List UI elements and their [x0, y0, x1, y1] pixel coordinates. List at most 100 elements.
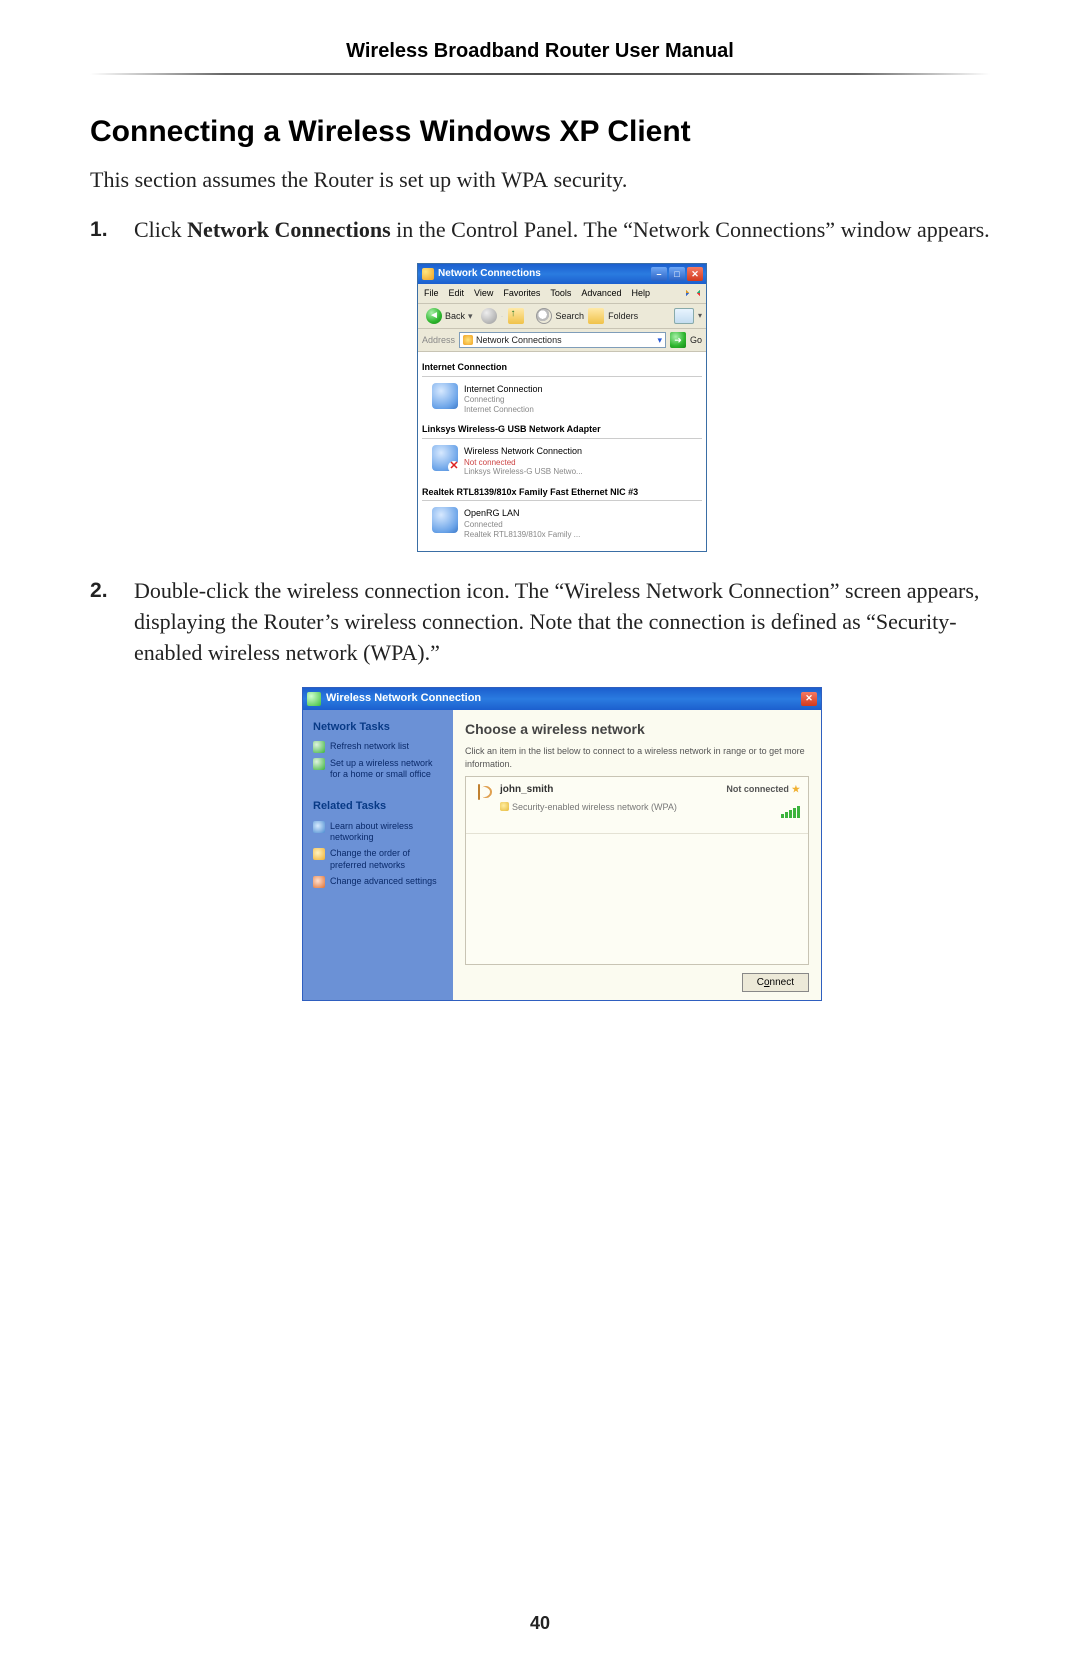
- refresh-icon: [313, 741, 325, 753]
- back-button[interactable]: ◄ Back ▾: [422, 307, 477, 325]
- nc-item-internet-connection[interactable]: Internet Connection Connecting Internet …: [422, 377, 702, 419]
- choose-network-heading: Choose a wireless network: [465, 720, 809, 740]
- nc-title-text: Network Connections: [438, 267, 541, 281]
- address-field[interactable]: Network Connections ▾: [459, 332, 666, 348]
- network-status-text: Not connected: [726, 784, 789, 794]
- task-change-order[interactable]: Change the order of preferred networks: [313, 848, 443, 871]
- network-status: Not connected★: [726, 783, 800, 796]
- connect-button[interactable]: Connect: [742, 973, 809, 992]
- back-dropdown-icon: ▾: [468, 310, 473, 323]
- up-folder-button[interactable]: [508, 308, 524, 324]
- nc-item-wireless-connection[interactable]: Wireless Network Connection Not connecte…: [422, 439, 702, 481]
- network-name: john_smith: [500, 783, 718, 797]
- search-icon: [536, 308, 552, 324]
- nc-item-sub1-1: Not connected: [464, 458, 583, 468]
- step-2: Double-click the wireless connection ico…: [90, 576, 990, 1000]
- nc-menubar: File Edit View Favorites Tools Advanced …: [418, 284, 706, 304]
- folders-icon: [588, 308, 604, 324]
- task-learn-label: Learn about wireless networking: [330, 821, 443, 844]
- page-header-title: Wireless Broadband Router User Manual: [90, 40, 990, 63]
- nc-group-header-1: Linksys Wireless-G USB Network Adapter: [422, 420, 702, 439]
- address-label: Address: [422, 334, 455, 347]
- info-icon: [313, 821, 325, 833]
- menu-advanced[interactable]: Advanced: [581, 287, 621, 300]
- network-connections-icon: [422, 268, 434, 280]
- views-button[interactable]: [674, 308, 694, 324]
- views-dropdown-icon: ▾: [698, 310, 702, 321]
- task-refresh-label: Refresh network list: [330, 741, 409, 752]
- connect-pre: C: [757, 977, 764, 988]
- nc-item-title-2: OpenRG LAN: [464, 507, 580, 520]
- nc-content: Internet Connection Internet Connection …: [418, 352, 706, 551]
- network-connections-window: Network Connections – □ ✕ File Edit View…: [417, 263, 707, 552]
- wnc-titlebar[interactable]: Wireless Network Connection ✕: [303, 688, 821, 710]
- folders-button[interactable]: Folders: [608, 310, 638, 323]
- choose-network-hint: Click an item in the list below to conne…: [465, 745, 809, 770]
- address-field-value: Network Connections: [476, 334, 562, 347]
- internet-connection-icon: [432, 383, 458, 409]
- task-learn-wireless[interactable]: Learn about wireless networking: [313, 821, 443, 844]
- network-item-john-smith[interactable]: john_smith Security-enabled wireless net…: [466, 777, 808, 833]
- wireless-network-list: john_smith Security-enabled wireless net…: [465, 776, 809, 964]
- wnc-close-button[interactable]: ✕: [801, 692, 817, 706]
- lock-icon: [500, 802, 509, 811]
- gear-icon: [313, 876, 325, 888]
- nc-group-header-2: Realtek RTL8139/810x Family Fast Etherne…: [422, 483, 702, 502]
- nc-item-title-1: Wireless Network Connection: [464, 445, 583, 458]
- windows-flag-icon: [686, 287, 700, 299]
- setup-network-icon: [313, 758, 325, 770]
- go-button-icon[interactable]: ➜: [670, 332, 686, 348]
- step-1: Click Network Connections in the Control…: [90, 215, 990, 553]
- close-button[interactable]: ✕: [687, 267, 703, 281]
- menu-file[interactable]: File: [424, 287, 439, 300]
- menu-edit[interactable]: Edit: [449, 287, 465, 300]
- maximize-button[interactable]: □: [669, 267, 685, 281]
- nc-group-header-0: Internet Connection: [422, 358, 702, 377]
- nc-item-sub2-2: Realtek RTL8139/810x Family ...: [464, 530, 580, 540]
- minimize-button[interactable]: –: [651, 267, 667, 281]
- nc-item-sub1-0: Connecting: [464, 395, 543, 405]
- address-field-icon: [463, 335, 473, 345]
- menu-favorites[interactable]: Favorites: [503, 287, 540, 300]
- network-security-label: Security-enabled wireless network (WPA): [500, 801, 718, 814]
- menu-help[interactable]: Help: [631, 287, 650, 300]
- nc-item-title-0: Internet Connection: [464, 383, 543, 396]
- step2-pre: Double-click the wireless connection ico…: [134, 578, 979, 665]
- forward-button[interactable]: [481, 308, 497, 324]
- connect-post: nnect: [770, 977, 794, 988]
- step1-pre: Click: [134, 217, 187, 242]
- sidebar-heading-related-tasks: Related Tasks: [313, 799, 443, 814]
- nc-titlebar[interactable]: Network Connections – □ ✕: [418, 264, 706, 284]
- search-button[interactable]: Search: [556, 310, 585, 323]
- menu-tools[interactable]: Tools: [550, 287, 571, 300]
- back-arrow-icon: ◄: [426, 308, 442, 324]
- task-advanced-settings[interactable]: Change advanced settings: [313, 876, 443, 888]
- nc-item-sub1-2: Connected: [464, 520, 580, 530]
- address-dropdown-icon[interactable]: ▾: [657, 334, 662, 347]
- intro-post: security.: [548, 167, 627, 192]
- nc-item-sub2-1: Linksys Wireless-G USB Netwo...: [464, 467, 583, 477]
- intro-paragraph: This section assumes the Router is set u…: [90, 165, 990, 195]
- step2-wpa: WPA: [370, 640, 417, 665]
- openrg-lan-icon: [432, 507, 458, 533]
- favorite-star-icon: ★: [792, 784, 800, 794]
- task-setup-wireless-network[interactable]: Set up a wireless network for a home or …: [313, 758, 443, 781]
- intro-wpa: WPA: [501, 167, 548, 192]
- nc-toolbar: ◄ Back ▾ · Search Folders: [418, 304, 706, 329]
- menu-view[interactable]: View: [474, 287, 493, 300]
- nc-item-openrg-lan[interactable]: OpenRG LAN Connected Realtek RTL8139/810…: [422, 501, 702, 543]
- go-button-label[interactable]: Go: [690, 334, 702, 347]
- signal-antenna-icon: [474, 783, 492, 801]
- wireless-network-connection-window: Wireless Network Connection ✕ Network Ta…: [302, 687, 822, 1001]
- network-security-text: Security-enabled wireless network (WPA): [512, 802, 677, 812]
- page-number: 40: [0, 1613, 1080, 1634]
- task-advanced-label: Change advanced settings: [330, 876, 437, 887]
- wnc-title-text: Wireless Network Connection: [326, 691, 481, 706]
- section-heading: Connecting a Wireless Windows XP Client: [90, 115, 990, 149]
- task-refresh-network-list[interactable]: Refresh network list: [313, 741, 443, 753]
- task-order-label: Change the order of preferred networks: [330, 848, 443, 871]
- wnc-main-panel: Choose a wireless network Click an item …: [453, 710, 821, 1000]
- wnc-sidebar: Network Tasks Refresh network list Set u…: [303, 710, 453, 1000]
- header-divider: [90, 73, 990, 75]
- wireless-antenna-icon: [307, 692, 321, 706]
